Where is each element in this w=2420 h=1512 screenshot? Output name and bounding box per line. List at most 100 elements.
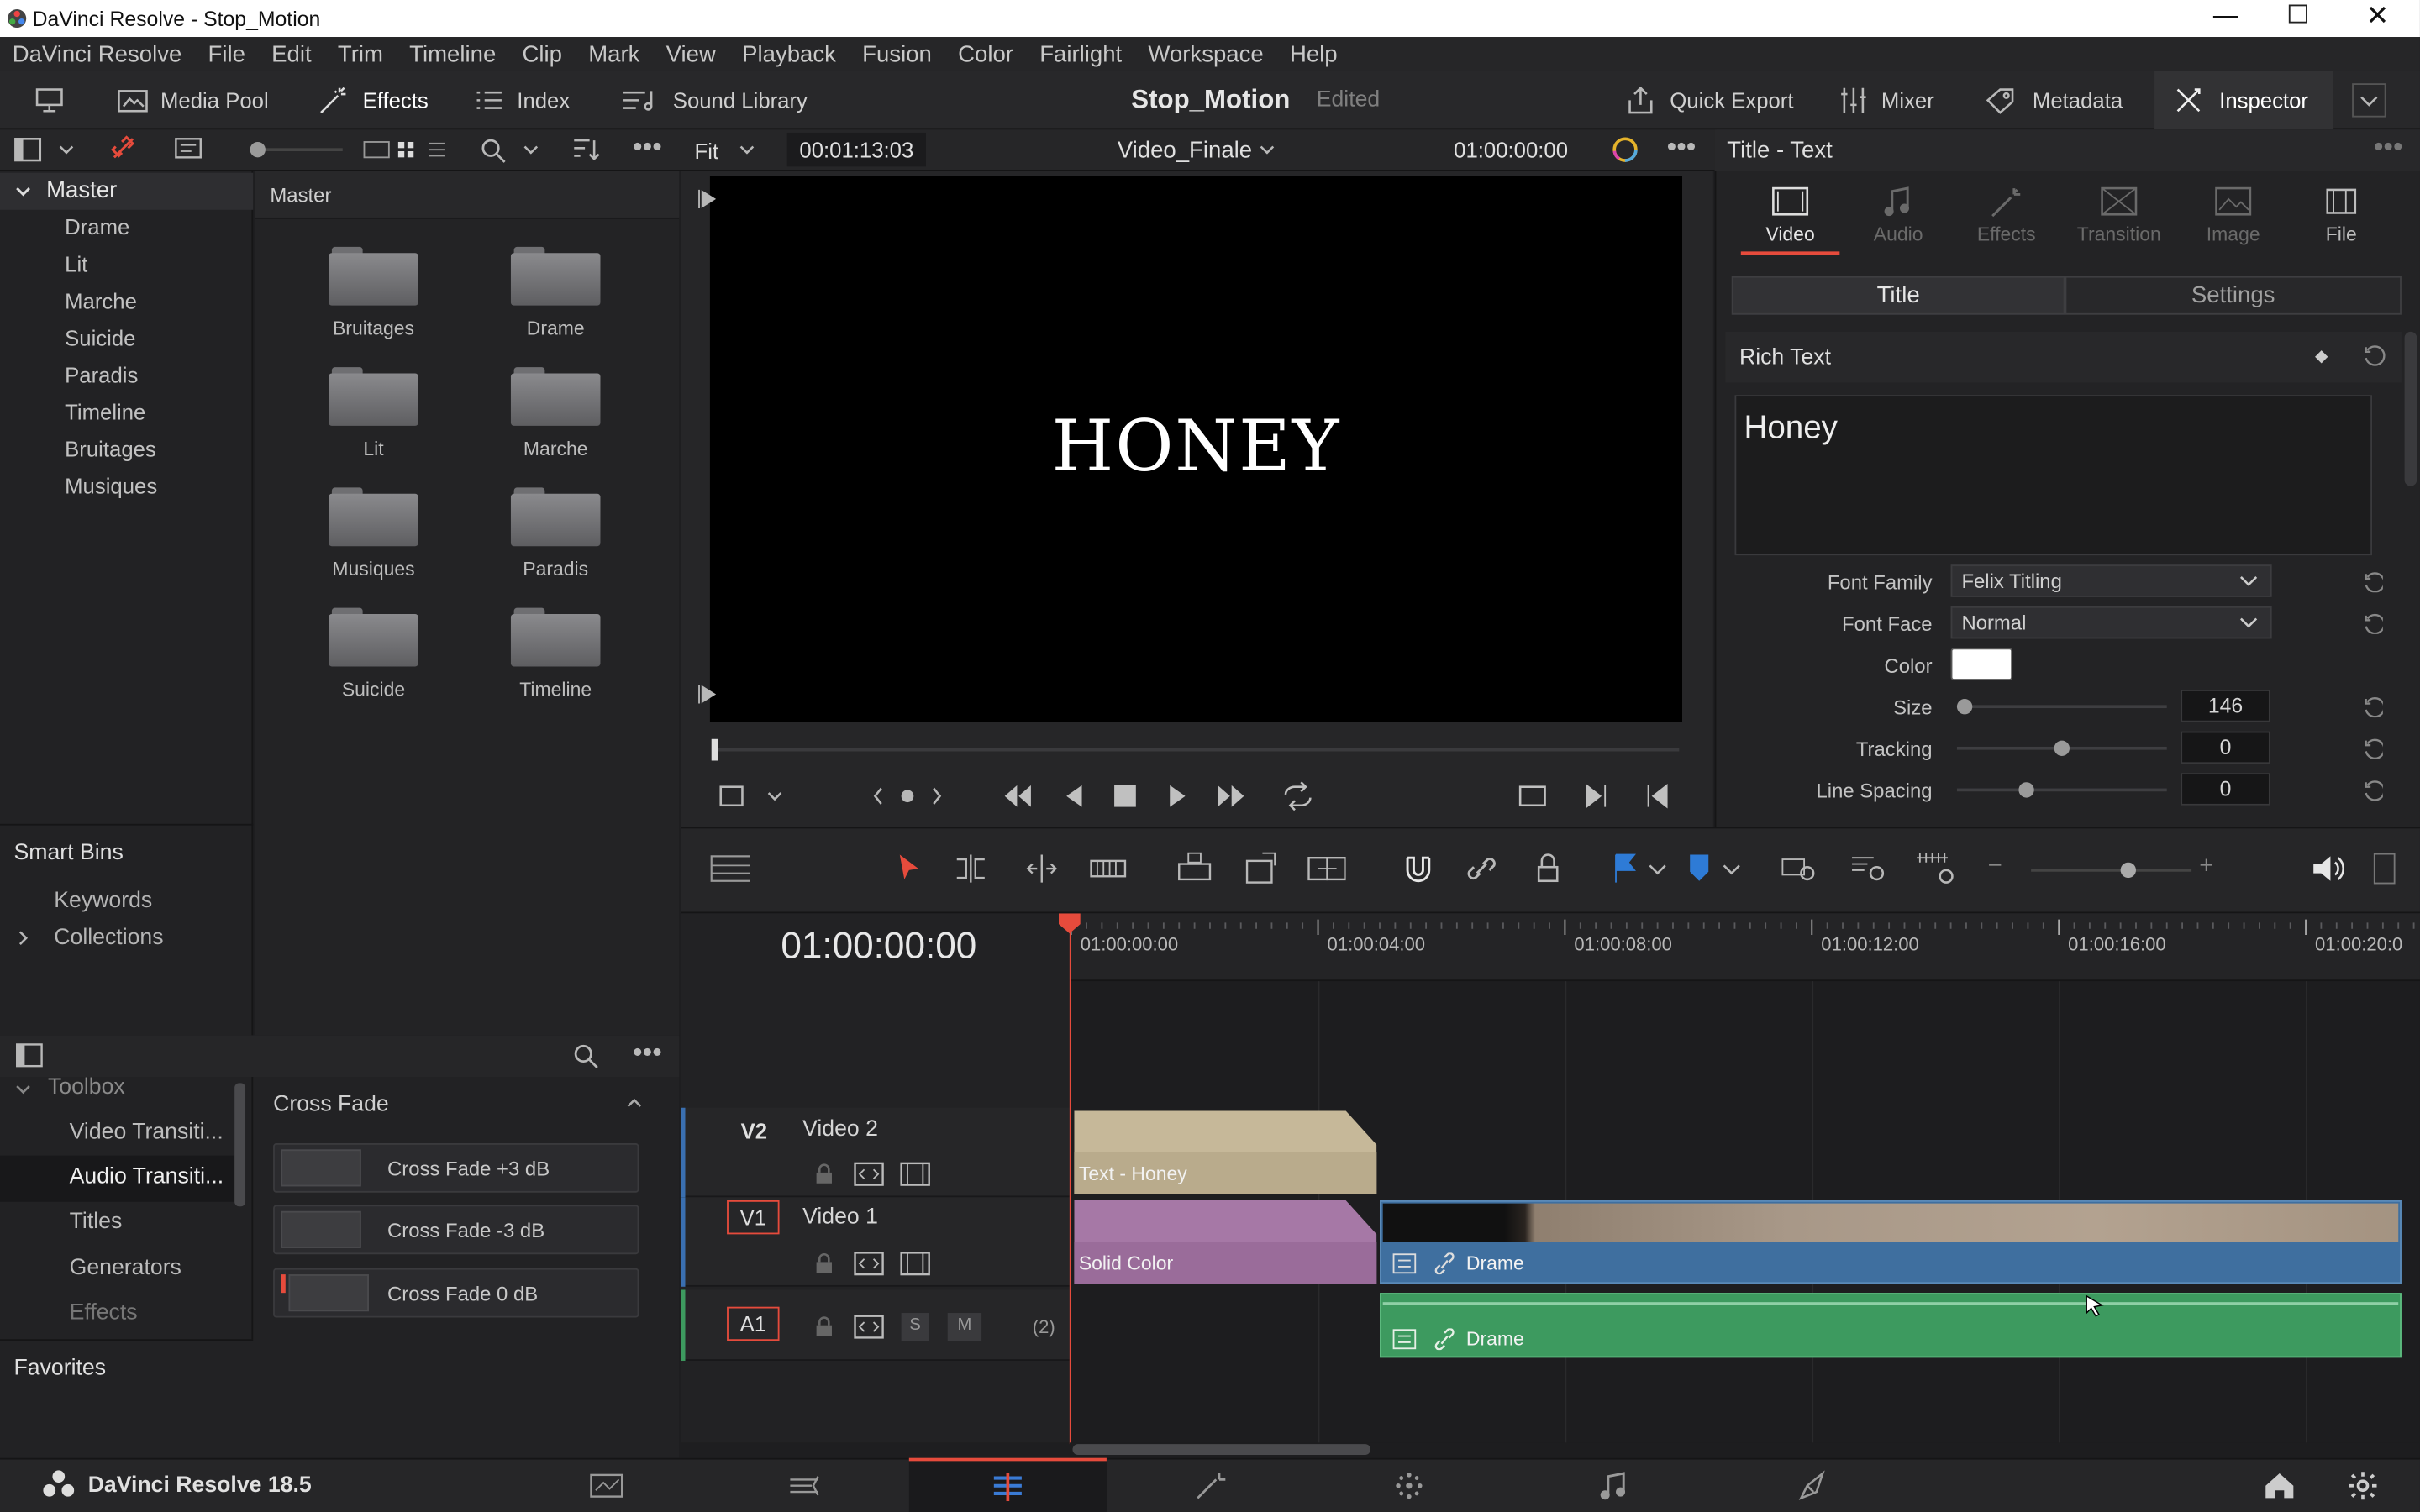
bin-timeline[interactable]: Timeline bbox=[65, 400, 145, 424]
inspector-scrollbar[interactable] bbox=[2404, 331, 2417, 486]
keyframe-diamond-icon[interactable]: ◆ bbox=[2315, 345, 2328, 365]
menu-workspace[interactable]: Workspace bbox=[1148, 41, 1263, 67]
metadata-button[interactable]: Metadata bbox=[1983, 71, 2123, 129]
chevron-right-icon[interactable] bbox=[13, 927, 34, 949]
smart-bin-keywords[interactable]: Keywords bbox=[54, 889, 152, 913]
tab-video[interactable]: Video bbox=[1744, 185, 1836, 245]
more-options-icon[interactable]: ••• bbox=[633, 1037, 662, 1069]
effect-item[interactable]: Cross Fade +3 dB bbox=[273, 1142, 639, 1193]
sort-icon[interactable] bbox=[571, 136, 602, 164]
replace-clip-icon[interactable] bbox=[1306, 848, 1346, 889]
prev-edit-icon[interactable] bbox=[1642, 780, 1673, 811]
track-id-v2[interactable]: V2 bbox=[741, 1119, 767, 1143]
thumbnail-size-slider[interactable] bbox=[250, 141, 343, 158]
view-mode-icons[interactable] bbox=[361, 137, 451, 161]
auto-select-icon[interactable] bbox=[854, 1252, 885, 1276]
toolbox-generators[interactable]: Generators bbox=[70, 1256, 182, 1280]
smart-bin-collections[interactable]: Collections bbox=[54, 926, 163, 950]
folder-timeline[interactable]: Timeline bbox=[494, 607, 618, 701]
font-face-dropdown[interactable]: Normal bbox=[1950, 606, 2272, 639]
menu-help[interactable]: Help bbox=[1290, 41, 1338, 67]
media-page-icon[interactable] bbox=[588, 1470, 625, 1501]
inspector-button[interactable]: Inspector bbox=[2154, 71, 2334, 130]
bin-root-row[interactable] bbox=[0, 172, 254, 210]
home-icon[interactable] bbox=[2261, 1470, 2298, 1501]
viewer-canvas[interactable]: HONEY bbox=[709, 176, 1683, 722]
marker-icon[interactable] bbox=[1679, 848, 1719, 889]
menu-fusion[interactable]: Fusion bbox=[862, 41, 932, 67]
maximize-button[interactable] bbox=[2288, 4, 2307, 24]
reset-icon[interactable] bbox=[2361, 612, 2383, 634]
folder-paradis[interactable]: Paradis bbox=[494, 487, 618, 580]
reset-icon[interactable] bbox=[2361, 738, 2383, 759]
toolbox-video-transitions[interactable]: Video Transiti... bbox=[70, 1120, 224, 1144]
scrubber-playhead[interactable] bbox=[711, 738, 718, 761]
unlink-red-icon[interactable] bbox=[108, 134, 142, 165]
zoom-custom-icon[interactable] bbox=[1915, 848, 1955, 889]
menu-file[interactable]: File bbox=[208, 41, 245, 67]
lock-icon[interactable] bbox=[812, 1162, 836, 1186]
settings-gear-icon[interactable] bbox=[2344, 1470, 2381, 1501]
effects-button[interactable]: Effects bbox=[317, 71, 429, 129]
play-reverse-icon[interactable] bbox=[1059, 780, 1090, 811]
match-frame-icon[interactable] bbox=[1516, 780, 1553, 811]
tab-audio[interactable]: Audio bbox=[1852, 185, 1944, 245]
bin-drame[interactable]: Drame bbox=[65, 214, 129, 239]
minimize-button[interactable]: — bbox=[2213, 3, 2238, 31]
track-id-v1[interactable]: V1 bbox=[727, 1200, 780, 1235]
menu-mark[interactable]: Mark bbox=[588, 41, 639, 67]
sidebar-toggle-icon[interactable] bbox=[14, 1042, 45, 1069]
lock-icon[interactable] bbox=[812, 1252, 836, 1276]
track-enable-icon[interactable] bbox=[900, 1162, 931, 1186]
color-wheel-icon[interactable] bbox=[1608, 134, 1642, 165]
media-pool-button[interactable]: Media Pool bbox=[118, 71, 269, 129]
timeline-scrollbar[interactable] bbox=[1072, 1444, 1370, 1456]
menu-view[interactable]: View bbox=[666, 41, 716, 67]
bin-marche[interactable]: Marche bbox=[65, 288, 137, 312]
folder-marche[interactable]: Marche bbox=[494, 367, 618, 459]
folder-suicide[interactable]: Suicide bbox=[312, 607, 435, 701]
layout-toggle-button[interactable] bbox=[34, 71, 65, 129]
zoom-out-icon[interactable]: − bbox=[1988, 853, 2002, 881]
reset-icon[interactable] bbox=[2361, 344, 2386, 369]
menu-davinci[interactable]: DaVinci Resolve bbox=[13, 41, 182, 67]
cut-page-icon[interactable] bbox=[787, 1470, 824, 1501]
track-name-v1[interactable]: Video 1 bbox=[802, 1205, 878, 1229]
flag-icon[interactable] bbox=[1605, 848, 1645, 889]
tab-transition[interactable]: Transition bbox=[2073, 185, 2165, 245]
transform-icon[interactable] bbox=[716, 782, 750, 810]
expand-dropdown-button[interactable] bbox=[2352, 83, 2386, 118]
solo-button[interactable]: S bbox=[901, 1313, 929, 1341]
chevron-down-icon[interactable] bbox=[520, 139, 542, 160]
slider-knob[interactable] bbox=[250, 141, 266, 158]
search-icon[interactable] bbox=[478, 136, 509, 164]
selection-arrow-icon[interactable] bbox=[889, 848, 929, 889]
close-button[interactable]: ✕ bbox=[2366, 0, 2390, 33]
bin-lit[interactable]: Lit bbox=[65, 251, 87, 276]
playhead-line[interactable] bbox=[1069, 919, 1071, 1445]
rich-text-editor[interactable]: Honey bbox=[1734, 395, 2373, 556]
size-input[interactable]: 146 bbox=[2181, 690, 2270, 722]
overwrite-clip-icon[interactable] bbox=[1241, 848, 1281, 889]
chevron-down-icon[interactable] bbox=[13, 181, 34, 202]
bin-musiques[interactable]: Musiques bbox=[65, 474, 157, 498]
text-color-swatch[interactable] bbox=[1950, 648, 2013, 680]
out-point-icon[interactable] bbox=[696, 682, 718, 706]
zoom-full-icon[interactable] bbox=[1780, 848, 1820, 889]
menu-edit[interactable]: Edit bbox=[271, 41, 311, 67]
chevron-down-icon[interactable] bbox=[1647, 861, 1669, 879]
edit-page-icon[interactable] bbox=[989, 1470, 1026, 1502]
size-slider-knob[interactable] bbox=[1956, 699, 1973, 715]
bin-bruitages[interactable]: Bruitages bbox=[65, 437, 156, 461]
line-spacing-slider[interactable] bbox=[1956, 782, 2167, 798]
reset-icon[interactable] bbox=[2361, 696, 2383, 718]
sidebar-toggle-icon[interactable] bbox=[13, 136, 44, 164]
chevron-up-icon[interactable] bbox=[623, 1092, 645, 1114]
fairlight-page-icon[interactable] bbox=[1594, 1470, 1631, 1501]
effect-item[interactable]: Cross Fade -3 dB bbox=[273, 1205, 639, 1255]
menu-playback[interactable]: Playback bbox=[742, 41, 836, 67]
deliver-page-icon[interactable] bbox=[1795, 1470, 1832, 1501]
skip-to-end-icon[interactable] bbox=[1213, 780, 1250, 811]
viewer-options-icon[interactable]: ••• bbox=[1667, 131, 1697, 164]
toolbox-titles[interactable]: Titles bbox=[70, 1210, 123, 1234]
